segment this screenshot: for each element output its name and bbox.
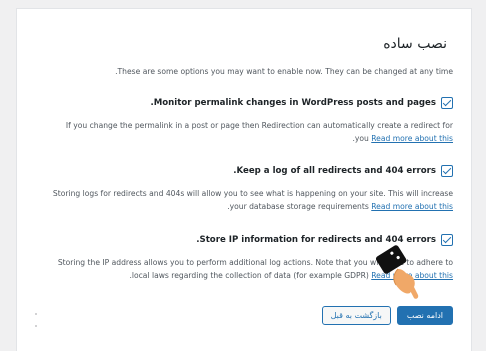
wizard-actions: ادامه نصب بازگشت به قبل bbox=[321, 306, 453, 325]
page-title: نصب ساده bbox=[383, 36, 447, 52]
monitor-permalinks-checkbox[interactable] bbox=[441, 97, 453, 109]
read-more-link[interactable]: Read more about this bbox=[371, 134, 453, 143]
description-line: .you bbox=[352, 134, 369, 143]
intro-text: .These are some options you may want to … bbox=[115, 67, 453, 76]
description-line: If you change the permalink in a post or… bbox=[65, 121, 453, 130]
description-line: Storing logs for redirects and 404s will… bbox=[52, 189, 453, 198]
option-description: Storing logs for redirects and 404s will… bbox=[33, 187, 453, 213]
store-ip-checkbox[interactable] bbox=[441, 234, 453, 246]
option-heading: .Monitor permalink changes in WordPress … bbox=[150, 98, 436, 108]
option-description: If you change the permalink in a post or… bbox=[33, 119, 453, 145]
keep-logs-checkbox[interactable] bbox=[441, 165, 453, 177]
description-line: .your database storage requirements bbox=[227, 202, 369, 211]
option-heading: .Keep a log of all redirects and 404 err… bbox=[233, 166, 436, 176]
read-more-link[interactable]: Read more about this bbox=[371, 202, 453, 211]
option-monitor-permalinks: .Monitor permalink changes in WordPress … bbox=[33, 97, 453, 145]
description-line: .local laws regarding the collection of … bbox=[129, 271, 369, 280]
pointing-hand-icon bbox=[375, 245, 419, 299]
continue-setup-button[interactable]: ادامه نصب bbox=[396, 306, 453, 325]
back-button[interactable]: بازگشت به قبل bbox=[321, 306, 391, 325]
option-keep-logs: .Keep a log of all redirects and 404 err… bbox=[33, 165, 453, 213]
decorative-dots bbox=[35, 313, 37, 327]
